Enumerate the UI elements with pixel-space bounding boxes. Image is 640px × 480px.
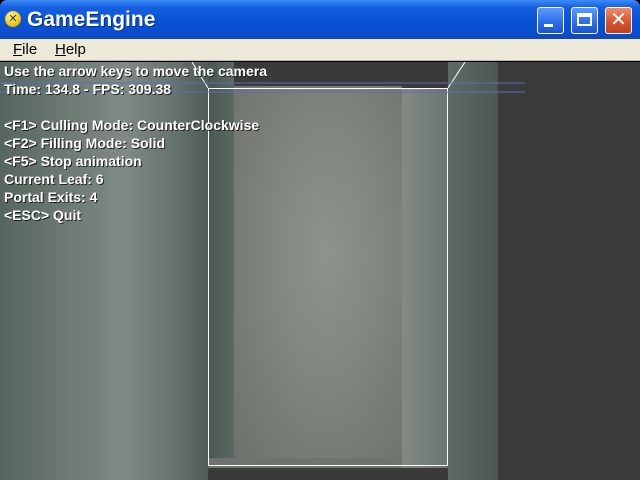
window-title: GameEngine: [27, 8, 156, 31]
title-bar[interactable]: ✕ GameEngine ✕: [0, 0, 640, 39]
menu-file[interactable]: File: [13, 41, 37, 58]
menu-file-hotkey: F: [13, 41, 23, 58]
portal-outline: [208, 88, 448, 466]
menu-help-label: elp: [65, 41, 86, 58]
portal-exits-text: Portal Exits: 4: [4, 189, 98, 205]
portal-edge-right: [447, 62, 466, 89]
menu-bar: File Help: [0, 39, 640, 61]
app-icon[interactable]: ✕: [5, 11, 21, 27]
culling-mode-text: <F1> Culling Mode: CounterClockwise: [4, 117, 260, 133]
menu-help[interactable]: Help: [55, 41, 86, 58]
help-text-camera: Use the arrow keys to move the camera: [4, 63, 268, 79]
filling-mode-text: <F2> Filling Mode: Solid: [4, 135, 166, 151]
animation-toggle-text: <F5> Stop animation: [4, 153, 142, 169]
minimize-button[interactable]: [537, 7, 564, 34]
close-icon: ✕: [610, 9, 627, 31]
game-window: ✕ GameEngine ✕ File Help Use the arrow k…: [0, 0, 640, 480]
time-fps-readout: Time: 134.8 - FPS: 309.38: [4, 81, 172, 97]
minimize-icon: [544, 24, 553, 27]
close-button[interactable]: ✕: [605, 7, 632, 34]
render-viewport[interactable]: Use the arrow keys to move the camera Ti…: [0, 62, 640, 480]
menu-help-hotkey: H: [55, 41, 66, 58]
menu-file-label: ile: [22, 41, 38, 58]
maximize-icon: [577, 13, 592, 26]
quit-hint-text: <ESC> Quit: [4, 207, 82, 223]
current-leaf-text: Current Leaf: 6: [4, 171, 104, 187]
maximize-button[interactable]: [571, 7, 598, 34]
